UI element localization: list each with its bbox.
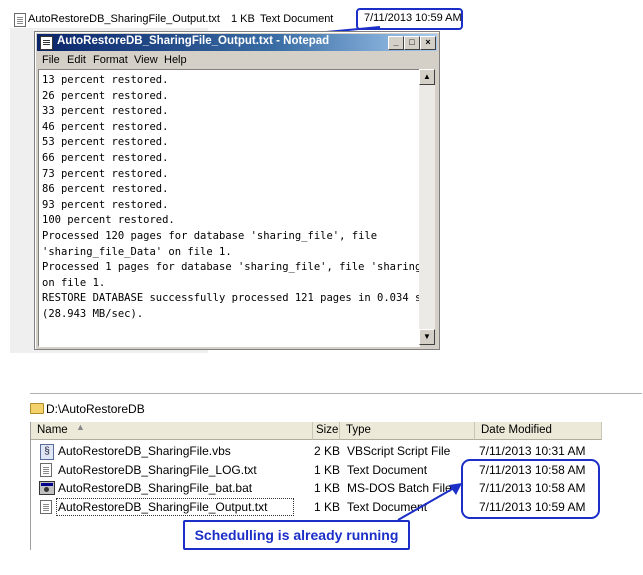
content-line: 26 percent restored. [42,89,169,102]
content-line: RESTORE DATABASE successfully processed … [42,292,420,305]
menu-bar: File Edit Format View Help [37,52,437,68]
modified-times-callout [461,459,600,519]
address-bar[interactable]: D:\AutoRestoreDB [30,400,230,418]
column-header-type[interactable]: Type [340,422,475,440]
address-path: D:\AutoRestoreDB [46,402,145,416]
file-row[interactable]: § AutoRestoreDB_SharingFile.vbs 2 KB VBS… [31,442,631,460]
file-modified: 7/11/2013 10:31 AM [479,444,586,458]
top-file-name: AutoRestoreDB_SharingFile_Output.txt [28,13,220,25]
notepad-titlebar[interactable]: AutoRestoreDB_SharingFile_Output.txt - N… [37,34,437,51]
annotation-label: Schedulling is already running [183,520,410,550]
content-line: Processed 1 pages for database 'sharing_… [42,261,419,274]
content-line: 73 percent restored. [42,167,169,180]
sort-ascending-icon: ▲ [76,422,85,432]
content-line: 93 percent restored. [42,198,169,211]
content-line: 13 percent restored. [42,74,169,86]
file-size: 1 KB [314,463,341,477]
column-modified-label: Date Modified [481,424,552,436]
menu-format[interactable]: Format [93,54,128,66]
content-line: on file 1. [42,276,106,289]
notepad-window[interactable]: AutoRestoreDB_SharingFile_Output.txt - N… [34,31,440,350]
content-line: Processed 120 pages for database 'sharin… [42,229,378,242]
text-file-icon [40,500,52,514]
notepad-icon [40,36,53,50]
menu-help[interactable]: Help [164,54,187,66]
content-line: 100 percent restored. [42,214,175,227]
menu-view[interactable]: View [134,54,158,66]
content-line: 'sharing_file_Data' on file 1. [42,245,232,258]
folder-icon [30,403,44,414]
menu-edit[interactable]: Edit [67,54,86,66]
minimize-button[interactable]: _ [388,36,404,50]
divider [30,393,642,394]
vbscript-icon: § [40,444,54,460]
file-name: AutoRestoreDB_SharingFile_LOG.txt [58,463,257,477]
file-size: 1 KB [314,500,341,514]
column-header-modified[interactable]: Date Modified [475,422,602,440]
vertical-scrollbar[interactable]: ▲ ▼ [419,69,435,345]
file-type: Text Document [347,463,428,477]
top-file-size: 1 KB [231,13,255,25]
content-line: 33 percent restored. [42,105,169,118]
text-file-icon [14,13,26,27]
column-header-name[interactable]: Name ▲ [31,422,313,440]
file-name: AutoRestoreDB_SharingFile.vbs [58,444,231,458]
file-size: 2 KB [314,444,341,458]
column-type-label: Type [346,424,371,436]
content-line: 86 percent restored. [42,183,169,196]
file-size: 1 KB [314,481,341,495]
scroll-down-arrow-icon[interactable]: ▼ [419,329,435,345]
content-line: 66 percent restored. [42,151,169,164]
text-file-icon [40,463,52,477]
maximize-button[interactable]: □ [404,36,420,50]
top-file-modified: 7/11/2013 10:59 AM [364,12,462,24]
editor-content: 13 percent restored. 26 percent restored… [39,70,419,326]
file-type: VBScript Script File [347,444,451,458]
top-file-type: Text Document [260,13,334,25]
callout-arrow-bottom [397,483,462,521]
menu-file[interactable]: File [42,54,60,66]
content-line: 46 percent restored. [42,120,169,133]
file-name: AutoRestoreDB_SharingFile_Output.txt [58,500,268,514]
scroll-up-arrow-icon[interactable]: ▲ [419,69,435,85]
column-size-label: Size [316,424,339,436]
notepad-title: AutoRestoreDB_SharingFile_Output.txt - N… [57,35,330,47]
text-editor[interactable]: 13 percent restored. 26 percent restored… [38,69,420,347]
content-line: (28.943 MB/sec). [42,307,144,320]
batch-file-icon [39,481,55,495]
file-name: AutoRestoreDB_SharingFile_bat.bat [58,481,253,495]
column-header-size[interactable]: Size [313,422,340,440]
column-name-label: Name [37,424,68,436]
close-button[interactable]: × [420,36,436,50]
content-line: 53 percent restored. [42,136,169,149]
